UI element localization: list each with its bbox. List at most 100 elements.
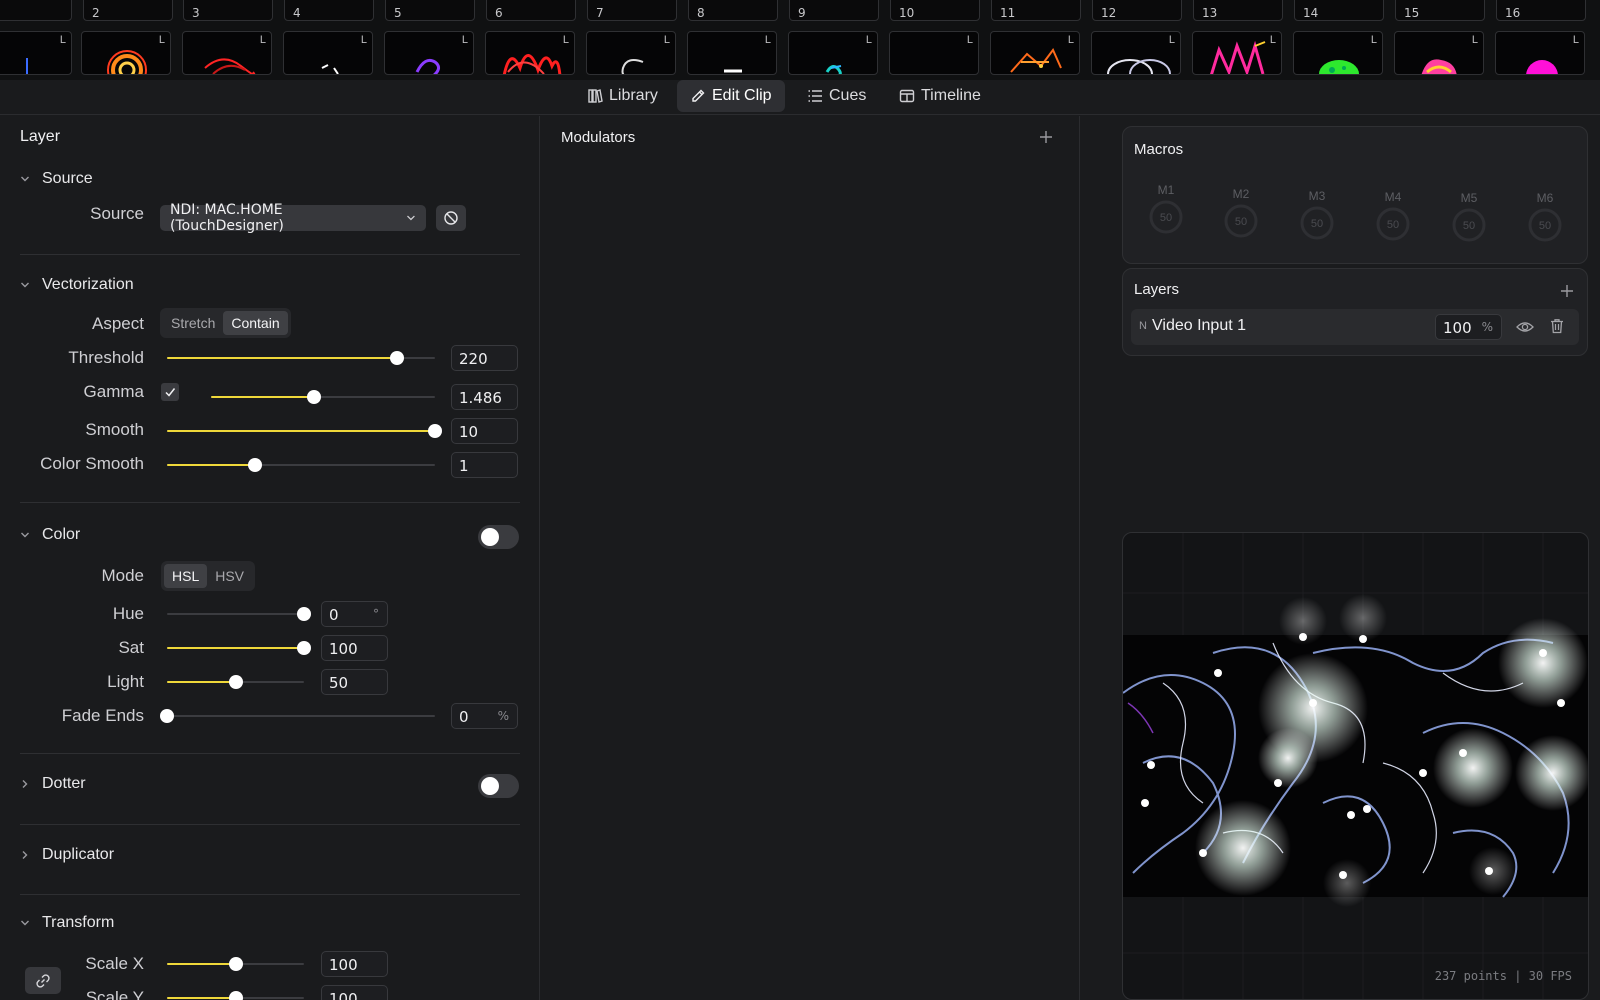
disconnect-source-button[interactable] bbox=[436, 205, 466, 231]
section-vectorization-header[interactable]: Vectorization bbox=[20, 276, 134, 294]
clip-thumbnail[interactable]: L bbox=[889, 31, 979, 75]
section-color-header[interactable]: Color bbox=[20, 526, 80, 544]
tab-cues[interactable]: Cues bbox=[794, 80, 879, 112]
fade-ends-input[interactable]: 0% bbox=[451, 703, 518, 729]
clip-slot-number[interactable]: 3 bbox=[183, 0, 273, 21]
dotter-enable-toggle[interactable] bbox=[478, 774, 519, 798]
smooth-slider[interactable] bbox=[167, 424, 442, 438]
clip-thumbnail[interactable]: L bbox=[1495, 31, 1585, 75]
clip-slot-number[interactable]: 8 bbox=[688, 0, 778, 21]
clip-slot-number[interactable]: 10 bbox=[890, 0, 980, 21]
slider-thumb[interactable] bbox=[297, 641, 311, 655]
clip-thumbnail[interactable]: L bbox=[990, 31, 1080, 75]
macro-knob-m4[interactable]: M4 50 bbox=[1373, 190, 1413, 242]
slider-thumb[interactable] bbox=[228, 991, 243, 1000]
clip-thumbnail[interactable]: L bbox=[81, 31, 171, 75]
hue-input[interactable]: 0 ° bbox=[321, 601, 388, 627]
clip-thumbnail[interactable]: L bbox=[384, 31, 474, 75]
clip-slot-number[interactable]: 5 bbox=[385, 0, 475, 21]
mode-option-hsv[interactable]: HSV bbox=[207, 564, 252, 588]
layer-opacity-input[interactable]: 100% bbox=[1435, 314, 1502, 340]
macro-knob-m5[interactable]: M5 50 bbox=[1449, 191, 1489, 243]
clip-slot-number[interactable]: 11 bbox=[991, 0, 1081, 21]
clip-thumbnail[interactable]: L bbox=[788, 31, 878, 75]
clip-slot-number[interactable]: 7 bbox=[587, 0, 677, 21]
threshold-input[interactable]: 220 bbox=[451, 345, 518, 371]
tab-library[interactable]: Library bbox=[574, 80, 671, 112]
knob-value: 50 bbox=[1311, 218, 1323, 230]
fade-ends-slider[interactable] bbox=[160, 709, 435, 723]
section-source-header[interactable]: Source bbox=[20, 170, 93, 188]
clip-slot-number[interactable]: 2 bbox=[83, 0, 173, 21]
scale-x-slider[interactable] bbox=[167, 957, 304, 971]
knob-dial: 50 bbox=[1452, 208, 1486, 242]
clip-thumbnail[interactable]: L bbox=[0, 31, 72, 75]
gamma-checkbox[interactable] bbox=[161, 383, 179, 401]
aspect-option-contain[interactable]: Contain bbox=[223, 311, 288, 335]
slider-thumb[interactable] bbox=[307, 390, 322, 404]
slider-thumb[interactable] bbox=[228, 957, 243, 971]
clip-slot-number[interactable]: 13 bbox=[1193, 0, 1283, 21]
macro-knob-m2[interactable]: M2 50 bbox=[1221, 187, 1261, 239]
scale-y-input[interactable]: 100 bbox=[321, 985, 388, 1000]
color-smooth-input[interactable]: 1 bbox=[451, 452, 518, 478]
clip-thumbnail[interactable]: L bbox=[586, 31, 676, 75]
light-slider[interactable] bbox=[167, 675, 304, 689]
eye-icon[interactable] bbox=[1516, 319, 1534, 335]
clip-slot-number[interactable]: 9 bbox=[789, 0, 879, 21]
hue-slider[interactable] bbox=[167, 607, 311, 621]
clip-thumbnail[interactable]: L bbox=[687, 31, 777, 75]
section-dotter-header[interactable]: Dotter bbox=[20, 775, 86, 793]
slider-thumb[interactable] bbox=[248, 458, 263, 472]
gamma-slider[interactable] bbox=[211, 390, 435, 404]
add-layer-icon[interactable] bbox=[1560, 284, 1574, 298]
clip-thumbnail[interactable]: L bbox=[182, 31, 272, 75]
source-select[interactable]: NDI: MAC.HOME (TouchDesigner) bbox=[160, 202, 426, 234]
clip-slot-number[interactable]: 12 bbox=[1092, 0, 1182, 21]
scale-y-value: 100 bbox=[329, 990, 358, 1000]
scale-y-slider[interactable] bbox=[167, 991, 304, 1000]
slider-thumb[interactable] bbox=[428, 424, 442, 438]
scale-x-input[interactable]: 100 bbox=[321, 951, 388, 977]
slider-thumb[interactable] bbox=[390, 351, 405, 365]
tab-timeline[interactable]: Timeline bbox=[886, 80, 994, 112]
clip-thumbnail[interactable]: L bbox=[283, 31, 373, 75]
clip-slot-number[interactable]: 14 bbox=[1294, 0, 1384, 21]
color-smooth-slider[interactable] bbox=[167, 458, 435, 472]
clip-thumbnail[interactable]: L bbox=[1394, 31, 1484, 75]
add-modulator-icon[interactable] bbox=[1039, 130, 1053, 144]
clip-thumbnail[interactable]: L bbox=[1091, 31, 1181, 75]
light-input[interactable]: 50 bbox=[321, 669, 388, 695]
sat-input[interactable]: 100 bbox=[321, 635, 388, 661]
layer-row[interactable]: N Video Input 1 100% bbox=[1131, 309, 1579, 345]
output-preview[interactable]: 237 points | 30 FPS bbox=[1122, 532, 1589, 1000]
color-enable-toggle[interactable] bbox=[478, 525, 519, 549]
slider-thumb[interactable] bbox=[160, 709, 174, 723]
smooth-input[interactable]: 10 bbox=[451, 418, 518, 444]
slider-thumb[interactable] bbox=[228, 675, 243, 689]
clip-slot-number[interactable]: 6 bbox=[486, 0, 576, 21]
tab-edit-clip[interactable]: Edit Clip bbox=[677, 80, 785, 112]
threshold-slider[interactable] bbox=[167, 351, 435, 365]
clip-slot-number[interactable] bbox=[0, 0, 72, 21]
section-transform-header[interactable]: Transform bbox=[20, 914, 114, 932]
clip-slot-number[interactable]: 15 bbox=[1395, 0, 1485, 21]
clip-slot-number[interactable]: 16 bbox=[1496, 0, 1586, 21]
link-scale-button[interactable] bbox=[25, 967, 61, 994]
clip-thumbnail[interactable]: L bbox=[1293, 31, 1383, 75]
macro-knob-m1[interactable]: M1 50 bbox=[1146, 183, 1186, 235]
clip-slot-number[interactable]: 4 bbox=[284, 0, 374, 21]
sat-slider[interactable] bbox=[167, 641, 311, 655]
clip-thumbnail[interactable]: L bbox=[485, 31, 575, 75]
divider bbox=[20, 824, 520, 825]
trash-icon[interactable] bbox=[1549, 318, 1565, 334]
macro-knob-m6[interactable]: M6 50 bbox=[1525, 191, 1565, 243]
gamma-input[interactable]: 1.486 bbox=[451, 384, 518, 410]
mode-option-hsl[interactable]: HSL bbox=[164, 564, 208, 588]
clip-thumbnail[interactable]: L bbox=[1192, 31, 1282, 75]
section-duplicator-header[interactable]: Duplicator bbox=[20, 846, 114, 864]
aspect-option-stretch[interactable]: Stretch bbox=[163, 311, 223, 335]
layer-opacity-value: 100 bbox=[1443, 319, 1472, 337]
slider-thumb[interactable] bbox=[297, 607, 311, 621]
macro-knob-m3[interactable]: M3 50 bbox=[1297, 189, 1337, 241]
